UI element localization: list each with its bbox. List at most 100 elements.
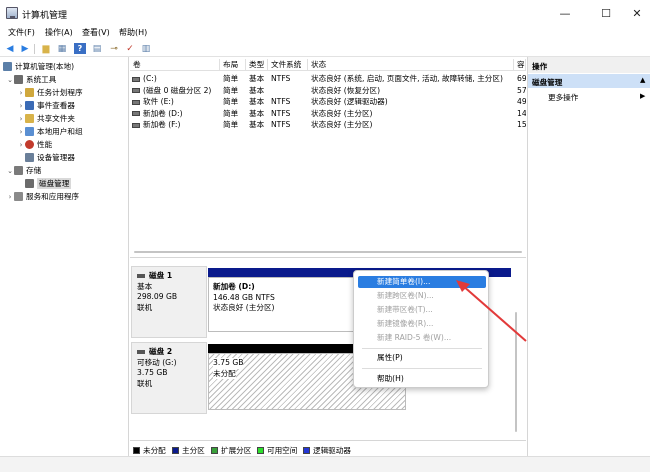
chevron-right-icon[interactable]: › [17, 128, 25, 136]
disk-2-label: 磁盘 2 [137, 347, 206, 358]
cell-layout: 简单 [223, 74, 239, 83]
cell-volume: 新加卷 (F:) [130, 119, 220, 131]
table-row[interactable]: 新加卷 (D:) 简单 基本 NTFS 状态良好 (主分区) 14 [130, 108, 526, 120]
menu-view[interactable]: 查看(V) [82, 27, 110, 38]
up-folder-icon[interactable]: ▆ [40, 43, 52, 54]
cell-type: 基本 [249, 120, 265, 129]
actions-section-disk-management[interactable]: 磁盘管理 ▲ [528, 74, 650, 88]
menu-file[interactable]: 文件(F) [8, 27, 35, 38]
close-button[interactable]: ✕ [620, 0, 650, 26]
legend-swatch [211, 447, 218, 454]
cell-layout: 简单 [223, 97, 239, 106]
tree-item-event-viewer[interactable]: › 事件查看器 [17, 99, 75, 112]
col-header-status[interactable]: 状态 [308, 59, 514, 71]
actions-more[interactable]: 更多操作 ▶ [528, 90, 650, 103]
tree-label: 共享文件夹 [37, 114, 75, 123]
menu-help[interactable]: 帮助(H) [358, 373, 486, 385]
tree-item-computer-management[interactable]: 计算机管理(本地) [3, 60, 74, 73]
chevron-right-icon[interactable]: ▶ [640, 92, 645, 100]
volume-icon [132, 76, 140, 82]
partition-g-size: 3.75 GB [213, 358, 244, 369]
back-arrow-icon[interactable]: ◀ [4, 43, 16, 54]
actions-more-label: 更多操作 [548, 93, 579, 102]
disk-1-size: 298.09 GB [137, 292, 178, 301]
cell-filesystem: NTFS [271, 120, 291, 129]
toolbar-separator [34, 44, 35, 54]
cell-capacity: 49 [517, 97, 526, 106]
tree-item-local-users[interactable]: › 本地用户和组 [17, 125, 83, 138]
storage-icon [14, 166, 23, 175]
tree-label: 存储 [26, 166, 42, 175]
cell-type: 基本 [249, 108, 265, 118]
cell-capacity: 57 [517, 85, 526, 95]
chevron-right-icon[interactable]: › [6, 193, 14, 201]
forward-arrow-icon[interactable]: ▶ [19, 43, 31, 54]
help-icon[interactable]: ? [74, 43, 86, 54]
key-icon[interactable]: ⊸ [108, 43, 120, 54]
disk-2-info[interactable]: 磁盘 2 可移动 (G:) 3.75 GB 联机 [131, 342, 207, 414]
cell-filesystem: NTFS [271, 74, 291, 83]
volume-list-scrollbar[interactable] [130, 249, 526, 256]
users-icon [25, 127, 34, 136]
chevron-right-icon[interactable]: › [17, 102, 25, 110]
col-header-layout[interactable]: 布局 [220, 59, 246, 71]
table-row[interactable]: 软件 (E:) 简单 基本 NTFS 状态良好 (逻辑驱动器) 49 [130, 96, 526, 108]
tree-item-task-scheduler[interactable]: › 任务计划程序 [17, 86, 83, 99]
maximize-button[interactable]: ☐ [589, 0, 623, 26]
check-icon[interactable]: ✓ [124, 43, 136, 54]
legend-swatch [133, 447, 140, 454]
table-row[interactable]: (C:) 简单 基本 NTFS 状态良好 (系统, 启动, 页面文件, 活动, … [130, 73, 526, 85]
tree-label: 事件查看器 [37, 101, 75, 110]
chevron-right-icon[interactable]: › [17, 141, 25, 149]
table-row[interactable]: 新加卷 (F:) 简单 基本 NTFS 状态良好 (主分区) 15 [130, 119, 526, 131]
properties-icon[interactable]: ▤ [91, 43, 103, 54]
chevron-right-icon[interactable]: › [17, 115, 25, 123]
col-header-capacity[interactable]: 容 [514, 59, 526, 71]
navigation-tree: 计算机管理(本地) ⌄ 系统工具 › 任务计划程序 › 事件查看器 › 共享文件… [0, 57, 129, 456]
disk-1-info[interactable]: 磁盘 1 基本 298.09 GB 联机 [131, 266, 207, 338]
cell-volume: 新加卷 (D:) [130, 108, 220, 120]
tree-item-shared-folders[interactable]: › 共享文件夹 [17, 112, 75, 125]
disk-2-state: 联机 [137, 378, 153, 388]
show-hide-tree-icon[interactable]: ▦ [56, 43, 68, 54]
menu-help[interactable]: 帮助(H) [119, 27, 147, 38]
chevron-down-icon[interactable]: ⌄ [6, 167, 14, 175]
volume-icon [132, 99, 140, 105]
tree-label: 系统工具 [26, 75, 57, 84]
cell-layout: 简单 [223, 120, 239, 129]
chevron-down-icon[interactable]: ⌄ [6, 76, 14, 84]
col-header-type[interactable]: 类型 [246, 59, 268, 71]
tree-item-services-apps[interactable]: › 服务和应用程序 [6, 190, 79, 203]
actions-pane: 操作 磁盘管理 ▲ 更多操作 ▶ [527, 57, 650, 456]
cell-layout: 简单 [223, 85, 239, 95]
tree-item-device-manager[interactable]: 设备管理器 [25, 151, 75, 164]
scrollbar-thumb[interactable] [134, 251, 522, 253]
col-header-volume[interactable]: 卷 [130, 59, 220, 71]
tree-item-disk-management[interactable]: 磁盘管理 [25, 177, 72, 190]
menu-bar: 文件(F) 操作(A) 查看(V) 帮助(H) [0, 26, 650, 41]
task-scheduler-icon [25, 88, 34, 97]
system-tools-icon [14, 75, 23, 84]
tree-item-storage[interactable]: ⌄ 存储 [6, 164, 41, 177]
cell-capacity: 69 [517, 74, 526, 83]
col-header-filesystem[interactable]: 文件系统 [268, 59, 308, 71]
tree-label: 本地用户和组 [37, 127, 83, 136]
disk-2-size: 3.75 GB [137, 368, 168, 377]
menu-action[interactable]: 操作(A) [45, 27, 73, 38]
menu-properties[interactable]: 属性(P) [358, 352, 486, 364]
pane-splitter[interactable] [130, 257, 526, 258]
table-row[interactable]: (磁盘 0 磁盘分区 2) 简单 基本 状态良好 (恢复分区) 57 [130, 85, 526, 97]
cell-type: 基本 [249, 85, 265, 95]
chevron-right-icon[interactable]: › [17, 89, 25, 97]
tree-item-system-tools[interactable]: ⌄ 系统工具 [6, 73, 56, 86]
legend-extended: 扩展分区 [211, 445, 251, 456]
minimize-button[interactable]: — [548, 0, 582, 26]
export-list-icon[interactable]: ▥ [140, 43, 152, 54]
tree-item-performance[interactable]: › 性能 [17, 138, 52, 151]
disk-1-label: 磁盘 1 [137, 271, 206, 282]
cell-type: 基本 [249, 97, 265, 106]
shared-folder-icon [25, 114, 34, 123]
collapse-up-icon[interactable]: ▲ [640, 76, 645, 84]
disk-icon [137, 274, 145, 278]
cell-status: 状态良好 (逻辑驱动器) [311, 97, 388, 106]
